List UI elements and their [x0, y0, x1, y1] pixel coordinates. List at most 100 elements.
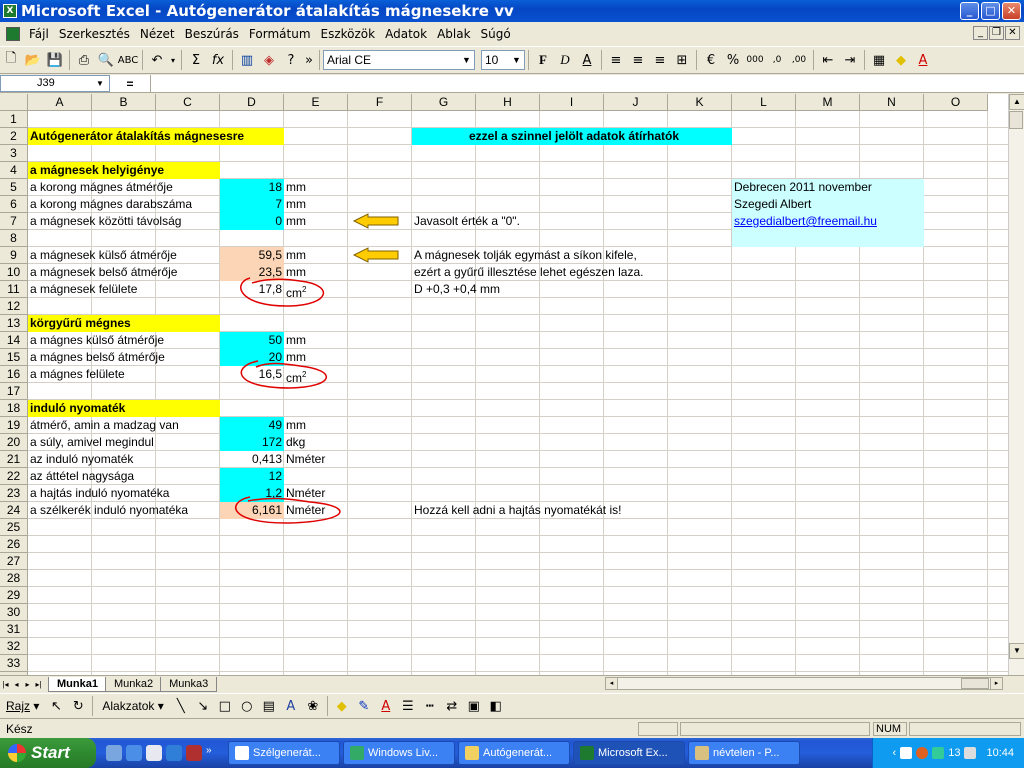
cell-a23[interactable]: a hajtás induló nyomatéka [28, 485, 220, 502]
merge-center-icon[interactable]: ⊞ [671, 49, 693, 71]
cell-a22[interactable]: az áttétel nagysága [28, 468, 220, 485]
quicklaunch-overflow-icon[interactable]: » [206, 745, 214, 761]
cell-a15[interactable]: a mágnes belső átmérője [28, 349, 220, 366]
row-header-32[interactable]: 32 [0, 638, 28, 655]
chevron-down-icon[interactable]: ▼ [96, 76, 108, 91]
task-szelgenerator[interactable]: Szélgenerát... [228, 741, 340, 765]
font-size-select[interactable]: 10 ▼ [481, 50, 525, 70]
bold-icon[interactable]: F [532, 49, 554, 71]
row-header-19[interactable]: 19 [0, 417, 28, 434]
arrow-shape[interactable] [352, 213, 399, 229]
cell-d21[interactable]: 0,413 [220, 451, 284, 468]
cell-d15[interactable]: 20 [220, 349, 284, 366]
vertical-scrollbar[interactable]: ▲ ▼ [1008, 94, 1024, 675]
borders-icon[interactable]: ▦ [868, 49, 890, 71]
column-header-c[interactable]: C [156, 94, 220, 111]
cell-a21[interactable]: az induló nyomaték [28, 451, 220, 468]
cell-a16[interactable]: a mágnes felülete [28, 366, 220, 383]
row-header-26[interactable]: 26 [0, 536, 28, 553]
align-left-icon[interactable]: ≡ [605, 49, 627, 71]
increase-decimal-icon[interactable]: ,0 [766, 49, 788, 71]
column-header-i[interactable]: I [540, 94, 604, 111]
menu-help[interactable]: Súgó [476, 27, 516, 41]
oval-icon[interactable]: ○ [236, 695, 258, 717]
save-icon[interactable]: 💾 [44, 49, 66, 71]
tray-expand-icon[interactable]: ‹ [893, 747, 897, 759]
row-header-20[interactable]: 20 [0, 434, 28, 451]
scroll-thumb[interactable] [961, 678, 989, 689]
first-sheet-icon[interactable]: |◂ [0, 678, 11, 691]
cell-d22[interactable]: 12 [220, 468, 284, 485]
row-header-17[interactable]: 17 [0, 383, 28, 400]
cell-d19[interactable]: 49 [220, 417, 284, 434]
column-header-g[interactable]: G [412, 94, 476, 111]
tab-munka1[interactable]: Munka1 [48, 676, 107, 692]
line-style-icon[interactable]: ☰ [397, 695, 419, 717]
print-preview-icon[interactable]: 🔍 [95, 49, 117, 71]
rotate-icon[interactable]: ↻ [67, 695, 89, 717]
row-header-22[interactable]: 22 [0, 468, 28, 485]
arrow-shape[interactable] [352, 247, 399, 263]
chevron-down-icon[interactable]: ▼ [509, 51, 524, 69]
cell-d24[interactable]: 6,161 [220, 502, 284, 519]
tray-icon[interactable] [932, 747, 945, 759]
cell-e21[interactable]: Nméter [284, 451, 348, 468]
clock[interactable]: 10:44 [986, 747, 1014, 759]
excel-app-icon[interactable]: X [3, 4, 17, 18]
cell-a19[interactable]: átmérő, amin a madzag van [28, 417, 220, 434]
fill-r8l[interactable] [732, 230, 924, 247]
row-header-13[interactable]: 13 [0, 315, 28, 332]
start-button[interactable]: Start [0, 738, 96, 768]
drawing-icon[interactable]: ◈ [258, 49, 280, 71]
row-header-29[interactable]: 29 [0, 587, 28, 604]
row-header-25[interactable]: 25 [0, 519, 28, 536]
arrow-icon[interactable]: ↘ [192, 695, 214, 717]
function-icon[interactable]: fx [207, 49, 229, 71]
cell-e19[interactable]: mm [284, 417, 348, 434]
quicklaunch-icon[interactable] [166, 745, 182, 761]
row-header-33[interactable]: 33 [0, 655, 28, 672]
thousands-icon[interactable]: 000 [744, 49, 766, 71]
doc-close-button[interactable]: ✕ [1005, 26, 1020, 40]
prev-sheet-icon[interactable]: ◂ [11, 678, 22, 691]
sheet-title[interactable]: Autógenerátor átalakítás mágnesesre [28, 128, 284, 145]
doc-minimize-button[interactable]: _ [973, 26, 988, 40]
row-header-7[interactable]: 7 [0, 213, 28, 230]
cell-a7[interactable]: a mágnesek közötti távolság [28, 213, 220, 230]
menu-format[interactable]: Formátum [244, 27, 316, 41]
row-header-8[interactable]: 8 [0, 230, 28, 247]
row-header-16[interactable]: 16 [0, 366, 28, 383]
font-name-select[interactable]: Arial CE ▼ [323, 50, 475, 70]
cell-e7[interactable]: mm [284, 213, 348, 230]
chart-wizard-icon[interactable]: ▥ [236, 49, 258, 71]
menu-data[interactable]: Adatok [380, 27, 432, 41]
cell-e5[interactable]: mm [284, 179, 348, 196]
rectangle-icon[interactable]: □ [214, 695, 236, 717]
row-header-3[interactable]: 3 [0, 145, 28, 162]
cell-e20[interactable]: dkg [284, 434, 348, 451]
column-header-o[interactable]: O [924, 94, 988, 111]
row-header-30[interactable]: 30 [0, 604, 28, 621]
font-color-icon[interactable]: A [375, 695, 397, 717]
horizontal-scrollbar[interactable]: ◂ ▸ [605, 677, 1003, 690]
cell-d5[interactable]: 18 [220, 179, 284, 196]
cell-d20[interactable]: 172 [220, 434, 284, 451]
cell-e15[interactable]: mm [284, 349, 348, 366]
cell-d16[interactable]: 16,5 [220, 366, 284, 383]
spreadsheet-grid[interactable]: A B C D E F G H I J K L M N O 1 2 3 4 5 6 7 8 9 10 11 12 13 14 15 16 17… [0, 94, 1008, 675]
legend-note[interactable]: ezzel a szinnel jelölt adatok átírhatók [412, 128, 732, 145]
formula-input[interactable] [150, 75, 1024, 92]
row-header-15[interactable]: 15 [0, 349, 28, 366]
cell-e11[interactable]: cm2 [284, 281, 348, 300]
section-header-korgyuru[interactable]: körgyűrű mégnes [28, 315, 220, 332]
undo-dropdown-icon[interactable]: ▾ [168, 49, 178, 71]
draw-menu-button[interactable]: Rajz ▾ [0, 699, 45, 713]
wordart-icon[interactable]: A [280, 695, 302, 717]
fill-color-icon[interactable]: ◆ [890, 49, 912, 71]
percent-icon[interactable]: % [722, 49, 744, 71]
cell-e6[interactable]: mm [284, 196, 348, 213]
toolbar-overflow-icon[interactable]: » [302, 49, 316, 71]
column-header-j[interactable]: J [604, 94, 668, 111]
cell-a9[interactable]: a mágnesek külső átmérője [28, 247, 220, 264]
ie-icon[interactable] [126, 745, 142, 761]
